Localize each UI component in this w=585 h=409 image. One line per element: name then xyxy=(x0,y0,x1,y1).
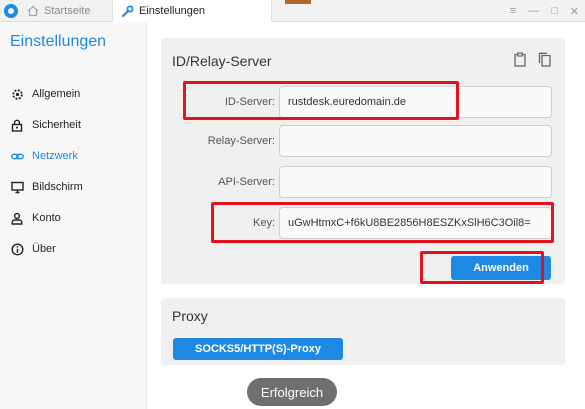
copy-icon[interactable] xyxy=(538,52,551,72)
proxy-card: Proxy SOCKS5/HTTP(S)-Proxy xyxy=(161,298,565,365)
tab-startseite[interactable]: Startseite xyxy=(18,0,112,22)
lock-icon xyxy=(10,118,24,132)
relay-server-input[interactable] xyxy=(279,125,552,157)
api-server-row: API-Server: xyxy=(161,166,565,198)
sidebar-item-ueber[interactable]: Über xyxy=(10,240,56,258)
user-icon xyxy=(10,211,24,225)
main-content: ID/Relay-Server ID-Server: rustdesk.eure… xyxy=(147,22,585,409)
rustdesk-logo-icon xyxy=(4,4,18,18)
id-server-row: ID-Server: rustdesk.euredomain.de xyxy=(161,86,565,118)
maximize-button[interactable]: □ xyxy=(551,5,558,17)
sidebar-item-bildschirm[interactable]: Bildschirm xyxy=(10,178,83,196)
clipboard-icon[interactable] xyxy=(514,52,526,72)
relay-server-row: Relay-Server: xyxy=(161,125,565,157)
api-server-label: API-Server: xyxy=(218,176,275,188)
tab-einstellungen[interactable]: Einstellungen xyxy=(112,0,272,22)
api-server-input[interactable] xyxy=(279,166,552,198)
apply-button[interactable]: Anwenden xyxy=(451,256,551,280)
home-icon xyxy=(26,5,39,18)
menu-icon[interactable]: ≡ xyxy=(510,5,516,17)
window-controls: ≡ — □ ✕ xyxy=(510,0,579,22)
window-drag-handle[interactable] xyxy=(285,0,311,4)
sidebar-item-allgemein[interactable]: Allgemein xyxy=(10,85,80,103)
sidebar-item-netzwerk[interactable]: Netzwerk xyxy=(10,147,78,165)
sidebar-item-label: Konto xyxy=(32,212,61,224)
close-button[interactable]: ✕ xyxy=(570,5,579,18)
key-input[interactable]: uGwHtmxC+f6kU8BE2856H8ESZKxSlH6C3Oil8= xyxy=(279,207,552,239)
proxy-settings-button[interactable]: SOCKS5/HTTP(S)-Proxy xyxy=(173,338,343,360)
success-toast: Erfolgreich xyxy=(247,378,337,406)
sidebar-item-label: Sicherheit xyxy=(32,119,81,131)
key-label: Key: xyxy=(252,217,275,229)
tab-label: Startseite xyxy=(44,5,91,17)
monitor-icon xyxy=(10,180,24,194)
tab-label: Einstellungen xyxy=(139,5,206,17)
id-server-input[interactable]: rustdesk.euredomain.de xyxy=(279,86,552,118)
wrench-icon xyxy=(121,5,134,18)
sidebar-item-konto[interactable]: Konto xyxy=(10,209,61,227)
server-settings-card: ID/Relay-Server ID-Server: rustdesk.eure… xyxy=(161,38,565,284)
sidebar-item-label: Bildschirm xyxy=(32,181,83,193)
info-icon xyxy=(10,242,24,256)
id-server-label: ID-Server: xyxy=(224,96,275,108)
sidebar-item-label: Allgemein xyxy=(32,88,81,100)
relay-server-label: Relay-Server: xyxy=(207,135,275,147)
gear-icon xyxy=(10,87,24,101)
card-actions xyxy=(514,52,551,72)
card-title: ID/Relay-Server xyxy=(172,53,272,69)
card-title: Proxy xyxy=(172,308,208,324)
minimize-button[interactable]: — xyxy=(528,5,539,17)
sidebar-title: Einstellungen xyxy=(10,33,107,50)
sidebar-item-label: Über xyxy=(32,243,56,255)
sidebar-item-label: Netzwerk xyxy=(32,150,78,162)
sidebar-item-sicherheit[interactable]: Sicherheit xyxy=(10,116,81,134)
link-icon xyxy=(10,149,24,163)
title-bar: Startseite Einstellungen ≡ — □ ✕ xyxy=(0,0,585,22)
key-row: Key: uGwHtmxC+f6kU8BE2856H8ESZKxSlH6C3Oi… xyxy=(161,207,565,239)
sidebar: Einstellungen Allgemein Sicherheit Netzw… xyxy=(0,22,147,409)
